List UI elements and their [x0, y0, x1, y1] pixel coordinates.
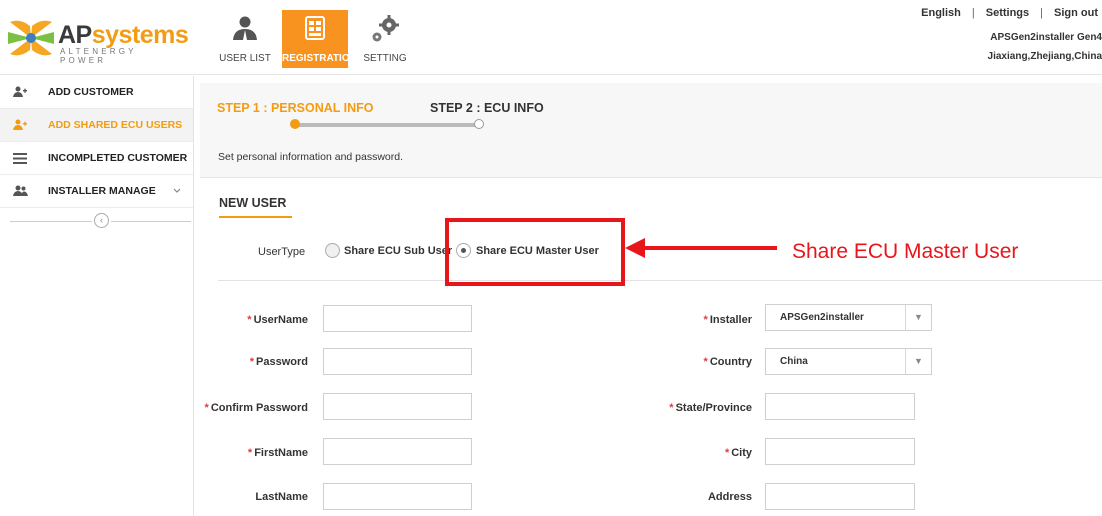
top-links: English | Settings | Sign out: [921, 7, 1098, 19]
top-navigation: USER LIST REGISTRATION SETTING: [212, 10, 422, 70]
settings-link[interactable]: Settings: [986, 7, 1029, 19]
radio-label-share-ecu-sub-user[interactable]: Share ECU Sub User: [344, 245, 452, 257]
installer-label: * Installer: [703, 314, 752, 326]
sidebar-item-label: INCOMPLETED CUSTOMER: [48, 152, 188, 164]
annotation-label: Share ECU Master User: [792, 240, 1019, 263]
annotation-highlight-box: [445, 218, 625, 286]
gears-icon: [372, 15, 399, 42]
user-name: APSGen2installer Gen4: [990, 32, 1102, 43]
address-input[interactable]: [765, 483, 915, 510]
usertype-label: UserType: [258, 246, 306, 258]
state-province-input[interactable]: [765, 393, 915, 420]
divider: [111, 221, 191, 222]
country-select[interactable]: China ▼: [765, 348, 932, 375]
city-input[interactable]: [765, 438, 915, 465]
password-label: * Password: [249, 356, 308, 368]
step-description: Set personal information and password.: [218, 151, 404, 163]
add-user-icon: [12, 85, 28, 99]
installer-select-value: APSGen2installer: [780, 312, 864, 323]
firstname-label: * FirstName: [247, 447, 308, 459]
list-icon: [12, 151, 28, 165]
sidebar-item-installer-manage[interactable]: INSTALLER MANAGE: [0, 175, 193, 208]
annotation-arrow-icon: [625, 238, 777, 258]
sidebar: ADD CUSTOMER ADD SHARED ECU USERS INCOMP…: [0, 76, 194, 516]
step-ecu-info: STEP 2 : ECU INFO: [430, 101, 544, 115]
step-progress-track: [295, 123, 480, 127]
radio-share-ecu-sub-user[interactable]: [325, 243, 340, 258]
sidebar-item-label: ADD CUSTOMER: [48, 86, 134, 98]
step-personal-info: STEP 1 : PERSONAL INFO: [217, 101, 374, 115]
registration-steps: STEP 1 : PERSONAL INFO STEP 2 : ECU INFO…: [200, 83, 1102, 178]
nav-setting[interactable]: SETTING: [352, 10, 418, 68]
nav-user-list-label: USER LIST: [219, 53, 271, 64]
installer-select[interactable]: APSGen2installer ▼: [765, 304, 932, 331]
sidebar-item-incompleted-customer[interactable]: INCOMPLETED CUSTOMER: [0, 142, 193, 175]
password-input[interactable]: [323, 348, 472, 375]
confirm-password-label: * Confirm Password: [204, 402, 308, 414]
sidebar-item-label: INSTALLER MANAGE: [48, 185, 156, 197]
confirm-password-input[interactable]: [323, 393, 472, 420]
sidebar-item-label: ADD SHARED ECU USERS: [48, 119, 183, 131]
collapse-sidebar-button[interactable]: ‹: [94, 213, 109, 228]
apsystems-logo-icon: [8, 20, 54, 56]
address-label: Address: [707, 491, 752, 503]
divider: [10, 221, 92, 222]
step-2-marker: [474, 119, 484, 129]
step-1-marker: [290, 119, 300, 129]
registration-icon: [305, 16, 325, 40]
sidebar-item-add-shared-ecu-users[interactable]: ADD SHARED ECU USERS: [0, 109, 193, 142]
nav-registration[interactable]: REGISTRATION: [282, 10, 357, 68]
lastname-label: LastName: [255, 491, 308, 503]
nav-setting-label: SETTING: [363, 53, 407, 64]
firstname-input[interactable]: [323, 438, 472, 465]
sidebar-collapse-row: ‹: [0, 208, 193, 234]
nav-user-list[interactable]: USER LIST: [212, 10, 278, 68]
section-underline: [219, 216, 292, 218]
country-label: * Country: [703, 356, 752, 368]
city-label: * City: [724, 447, 752, 459]
dropdown-arrow-icon[interactable]: ▼: [905, 349, 931, 374]
language-link[interactable]: English: [921, 7, 961, 19]
lastname-input[interactable]: [323, 483, 472, 510]
state-province-label: * State/Province: [669, 402, 752, 414]
sidebar-item-add-customer[interactable]: ADD CUSTOMER: [0, 76, 193, 109]
brand-name: APsystems: [58, 21, 189, 49]
username-input[interactable]: [323, 305, 472, 332]
header: APsystems ALTENERGY POWER USER LIST REGI…: [0, 0, 1102, 75]
user-icon: [233, 16, 257, 40]
divider: [218, 280, 1102, 281]
dropdown-arrow-icon[interactable]: ▼: [905, 305, 931, 330]
separator: |: [1040, 7, 1043, 19]
nav-registration-label: REGISTRATION: [282, 53, 357, 64]
chevron-down-icon[interactable]: [173, 186, 181, 196]
country-select-value: China: [780, 356, 808, 367]
username-label: * UserName: [247, 314, 308, 326]
apsystems-logo[interactable]: APsystems ALTENERGY POWER: [8, 18, 189, 65]
add-user-icon: [12, 118, 28, 132]
user-location: Jiaxiang,Zhejiang,China: [987, 51, 1102, 62]
section-title: NEW USER: [219, 196, 287, 210]
users-icon: [12, 184, 28, 198]
brand-tagline: ALTENERGY POWER: [60, 47, 137, 65]
sign-out-link[interactable]: Sign out: [1054, 7, 1098, 19]
separator: |: [971, 7, 975, 19]
